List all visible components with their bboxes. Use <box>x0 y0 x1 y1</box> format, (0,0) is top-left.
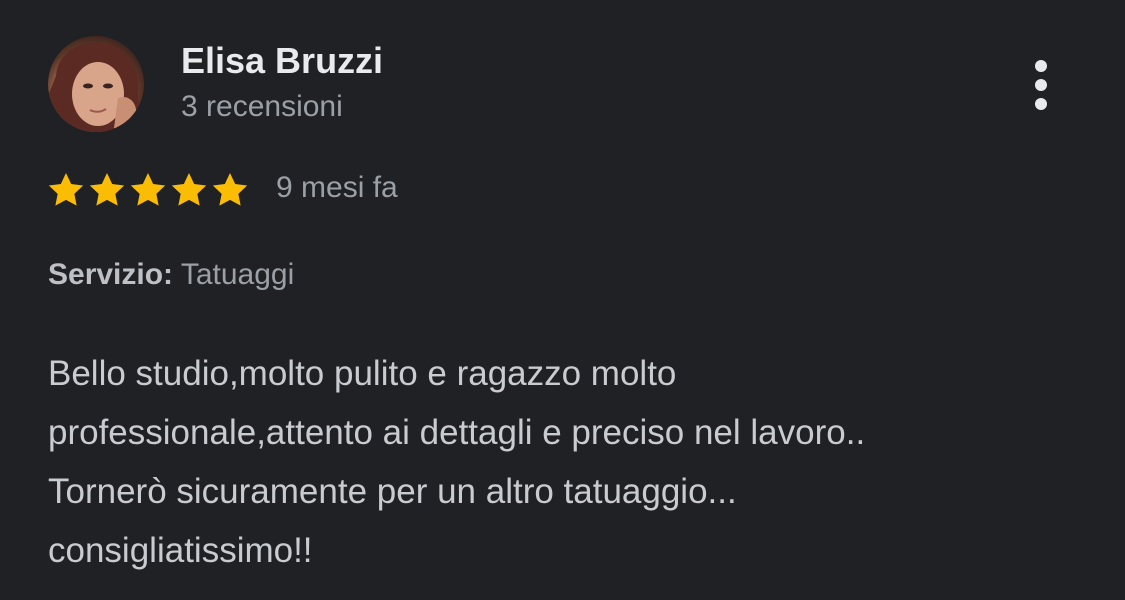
review-text-line: professionale,attento ai dettagli e prec… <box>48 413 866 452</box>
service-info: Servizio: Tatuaggi <box>48 258 294 292</box>
review-text-line: Tornerò sicuramente per un altro tatuagg… <box>48 472 737 511</box>
more-options-button[interactable] <box>1020 54 1062 116</box>
star-rating <box>46 168 251 212</box>
service-label: Servizio: <box>48 258 174 291</box>
star-icon <box>87 170 127 210</box>
review-text-line: consigliatissimo!! <box>48 531 313 570</box>
review-date: 9 mesi fa <box>276 171 398 204</box>
avatar-photo <box>48 42 144 132</box>
service-value: Tatuaggi <box>180 258 295 291</box>
review-card: Elisa Bruzzi 3 recensioni 9 mesi fa Serv… <box>0 0 1125 600</box>
star-icon <box>169 170 209 210</box>
review-text-line: Bello studio,molto pulito e ragazzo molt… <box>48 354 677 393</box>
author-avatar[interactable] <box>48 36 144 132</box>
author-name[interactable]: Elisa Bruzzi <box>181 40 383 82</box>
star-icon <box>210 170 250 210</box>
star-icon <box>46 170 86 210</box>
review-text: Bello studio,molto pulito e ragazzo molt… <box>48 344 1098 580</box>
author-reviews-count: 3 recensioni <box>181 90 343 123</box>
star-icon <box>128 170 168 210</box>
